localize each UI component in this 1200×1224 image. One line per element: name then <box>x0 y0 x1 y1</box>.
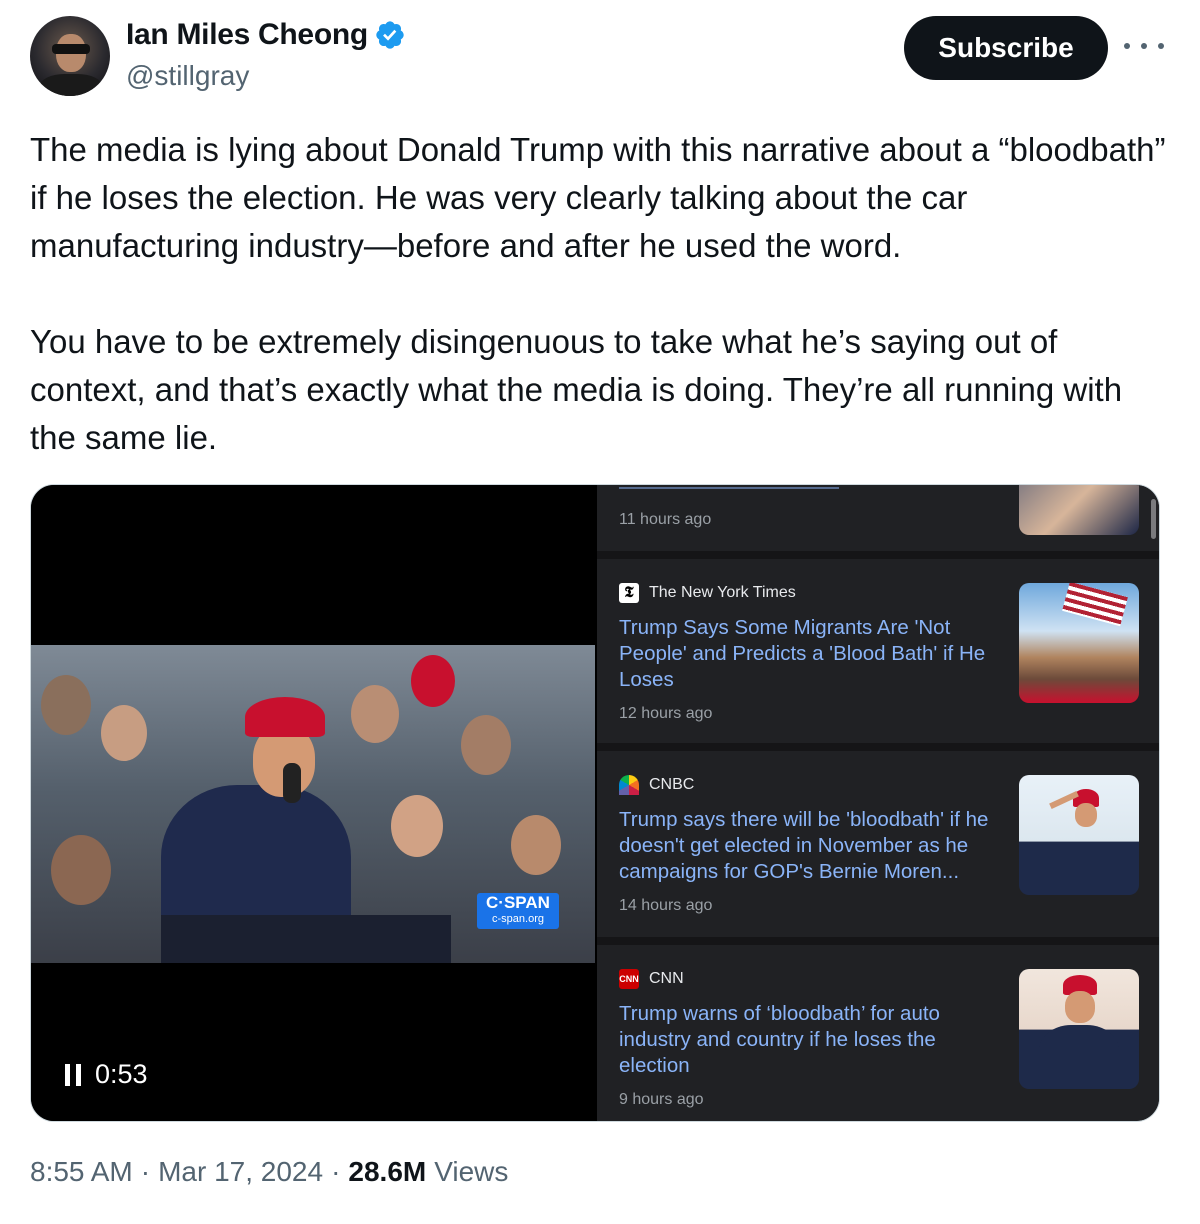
author-handle[interactable]: @stillgray <box>126 60 249 92</box>
news-source: CNBC <box>649 776 695 793</box>
news-headline[interactable]: Trump says there will be 'bloodbath' if … <box>619 807 999 885</box>
red-cap <box>245 697 325 737</box>
subscribe-button[interactable]: Subscribe <box>904 16 1108 80</box>
news-card-nyt[interactable]: 𝕿 The New York Times Trump Says Some Mig… <box>597 559 1159 743</box>
avatar-glasses <box>52 44 90 54</box>
meta-separator: · <box>140 1156 151 1187</box>
news-card-cnbc[interactable]: CNBC Trump says there will be 'bloodbath… <box>597 751 1159 937</box>
video-controls: 0:53 <box>65 1059 148 1090</box>
news-source: CNN <box>649 970 684 987</box>
news-thumbnail <box>1019 775 1139 895</box>
news-time: 9 hours ago <box>619 1091 704 1108</box>
more-options-icon[interactable] <box>1124 30 1164 62</box>
author-avatar[interactable] <box>30 16 110 96</box>
video-frame: C·SPAN c-span.org <box>31 645 595 963</box>
meta-separator: · <box>331 1156 341 1187</box>
news-thumbnail <box>1019 969 1139 1089</box>
scrollbar[interactable] <box>1151 499 1156 539</box>
podium <box>161 915 451 963</box>
tweet-text: The media is lying about Donald Trump wi… <box>30 131 1166 456</box>
video-elapsed-time: 0:53 <box>95 1059 148 1089</box>
nyt-icon: 𝕿 <box>619 583 639 603</box>
microphone <box>283 763 301 803</box>
news-card-cnn[interactable]: CNN CNN Trump warns of ‘bloodbath’ for a… <box>597 945 1159 1121</box>
tweet-time[interactable]: 8:55 AM <box>30 1156 133 1188</box>
tweet-media: C·SPAN c-span.org 0:53 11 hours ago 𝕿 Th… <box>30 484 1160 1122</box>
cnn-icon: CNN <box>619 969 639 989</box>
news-time: 11 hours ago <box>619 511 712 528</box>
news-time: 14 hours ago <box>619 897 713 914</box>
news-screenshot[interactable]: 11 hours ago 𝕿 The New York Times Trump … <box>597 485 1159 1121</box>
tweet-date[interactable]: Mar 17, 2024 <box>158 1156 323 1188</box>
verified-badge-icon <box>374 19 406 51</box>
avatar-shirt <box>40 74 102 96</box>
news-source: The New York Times <box>649 584 796 601</box>
cspan-watermark: C·SPAN c-span.org <box>477 893 559 929</box>
views-label: Views <box>434 1156 509 1187</box>
cnbc-icon <box>619 775 639 795</box>
author-name-row: Ian Miles Cheong <box>126 18 406 52</box>
views-count: 28.6M <box>348 1156 427 1187</box>
news-thumbnail <box>1019 485 1139 535</box>
pause-icon[interactable] <box>65 1063 81 1086</box>
video-player[interactable]: C·SPAN c-span.org 0:53 <box>31 485 595 1121</box>
news-headline[interactable]: Trump Says Some Migrants Are 'Not People… <box>619 615 999 693</box>
news-headline[interactable]: Trump warns of ‘bloodbath’ for auto indu… <box>619 1001 999 1079</box>
tweet-meta: 8:55 AM · Mar 17, 2024 · 28.6M Views <box>30 1156 508 1188</box>
news-card-partial: 11 hours ago <box>597 485 1159 551</box>
news-time: 12 hours ago <box>619 705 713 722</box>
news-thumbnail <box>1019 583 1139 703</box>
author-display-name[interactable]: Ian Miles Cheong <box>126 18 368 52</box>
